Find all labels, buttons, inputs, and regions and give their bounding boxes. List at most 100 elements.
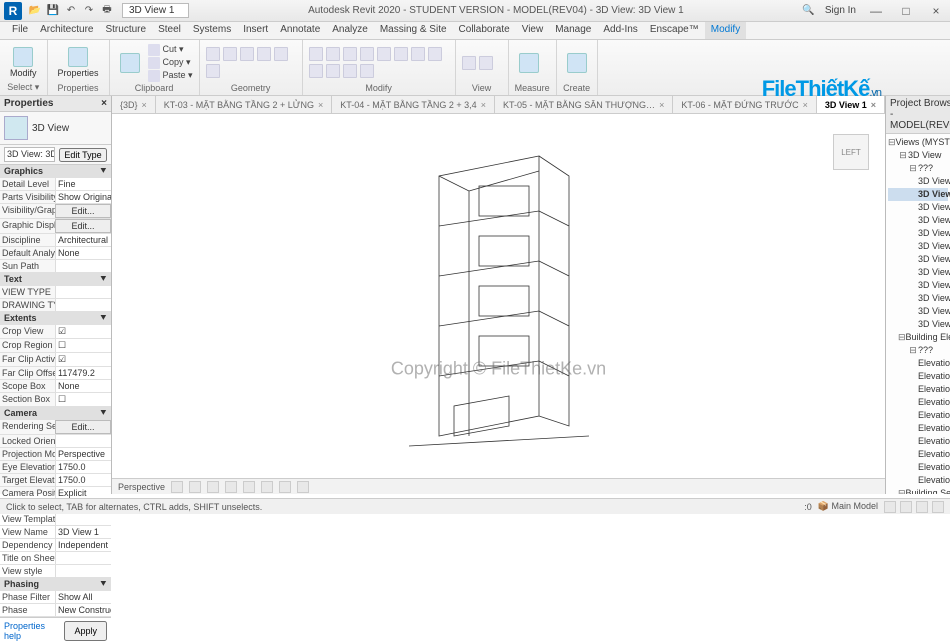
prop-group-header[interactable]: Phasing⯆ xyxy=(0,578,111,591)
sun-icon[interactable] xyxy=(207,481,219,493)
array-icon[interactable] xyxy=(411,47,425,61)
instance-dropdown[interactable]: 3D View: 3D View 1 ▾ xyxy=(4,147,55,162)
view-cube[interactable]: LEFT xyxy=(833,134,869,170)
tree-node[interactable]: Elevation: West Copy 1 xyxy=(888,474,948,487)
type-selector[interactable]: 3D View xyxy=(0,112,111,145)
align-icon[interactable] xyxy=(326,64,340,78)
qat-open-icon[interactable]: 📂 xyxy=(28,4,42,18)
prop-value[interactable]: ☑ xyxy=(55,353,111,366)
tree-node[interactable]: ⊟??? xyxy=(888,344,948,357)
ribbon-tab-addins[interactable]: Add-Ins xyxy=(597,22,643,39)
revit-logo-icon[interactable]: R xyxy=(4,2,22,20)
tool-icon[interactable] xyxy=(206,64,220,78)
copy-button[interactable]: Copy ▾ xyxy=(148,57,193,69)
qat-undo-icon[interactable]: ↶ xyxy=(64,4,78,18)
editable-icon[interactable] xyxy=(916,501,928,513)
ribbon-tab-modify[interactable]: Modify xyxy=(705,22,746,39)
twisty-icon[interactable]: ⊟ xyxy=(908,162,918,175)
measure-button[interactable] xyxy=(515,51,543,75)
ribbon-tab-structure[interactable]: Structure xyxy=(99,22,152,39)
visual-icon[interactable] xyxy=(189,481,201,493)
edit-type-button[interactable]: Edit Type xyxy=(59,148,107,162)
hide-icon[interactable] xyxy=(462,56,476,70)
tool-icon[interactable] xyxy=(257,47,271,61)
sign-in-link[interactable]: Sign In xyxy=(825,5,856,16)
paste-button[interactable] xyxy=(116,51,144,75)
override-icon[interactable] xyxy=(479,56,493,70)
tree-node[interactable]: ⊟3D View xyxy=(888,149,948,162)
ribbon-tab-insert[interactable]: Insert xyxy=(237,22,274,39)
close-icon[interactable]: × xyxy=(101,98,107,109)
prop-value[interactable] xyxy=(55,435,111,447)
sync-icon[interactable] xyxy=(932,501,944,513)
ribbon-tab-analyze[interactable]: Analyze xyxy=(326,22,374,39)
tree-node[interactable]: 3D View: 3D View 3 xyxy=(888,214,948,227)
tree-node[interactable]: ⊟Views (MYSTYLE) xyxy=(888,136,948,149)
doc-tab[interactable]: KT-05 - MẶT BẰNG SÂN THƯỢNG…× xyxy=(495,96,673,113)
render-icon[interactable] xyxy=(243,481,255,493)
prop-value[interactable]: Architectural xyxy=(55,234,111,246)
qat-save-icon[interactable]: 💾 xyxy=(46,4,60,18)
tree-node[interactable]: 3D View: {3D} Copy 3 xyxy=(888,318,948,331)
prop-group-header[interactable]: Graphics⯆ xyxy=(0,165,111,178)
twisty-icon[interactable]: ⊟ xyxy=(898,331,906,344)
tree-node[interactable]: ⊟Building Section xyxy=(888,487,948,494)
prop-value[interactable]: 1750.0 xyxy=(55,461,111,473)
ribbon-tab-file[interactable]: File xyxy=(6,22,34,39)
worksets-icon[interactable] xyxy=(900,501,912,513)
move-icon[interactable] xyxy=(309,47,323,61)
prop-value[interactable]: Independent xyxy=(55,539,111,551)
prop-value[interactable]: 1750.0 xyxy=(55,474,111,486)
ribbon-tab-manage[interactable]: Manage xyxy=(549,22,597,39)
properties-help-link[interactable]: Properties help xyxy=(4,621,64,641)
prop-value[interactable]: New Construction xyxy=(55,604,111,616)
minimize-button[interactable]: — xyxy=(866,4,886,18)
paste-dd-button[interactable]: Paste ▾ xyxy=(148,70,193,82)
tree-node[interactable]: Elevation: MẶT TRƯỚC xyxy=(888,435,948,448)
crop-icon[interactable] xyxy=(261,481,273,493)
mirror-icon[interactable] xyxy=(360,47,374,61)
tree-node[interactable]: 3D View: PHỐI CẢNH TẦNG 2-5 (02) xyxy=(888,253,948,266)
offset-icon[interactable] xyxy=(309,64,323,78)
tree-node[interactable]: 3D View: {3D} Copy 1 Copy 1 xyxy=(888,292,948,305)
tree-node[interactable]: ⊟Building Elevation xyxy=(888,331,948,344)
reveal-icon[interactable] xyxy=(297,481,309,493)
prop-value[interactable] xyxy=(55,286,111,298)
prop-value[interactable] xyxy=(55,552,111,564)
split-icon[interactable] xyxy=(394,47,408,61)
copy2-icon[interactable] xyxy=(326,47,340,61)
close-button[interactable]: × xyxy=(926,4,946,18)
rotate-icon[interactable] xyxy=(343,47,357,61)
delete-icon[interactable] xyxy=(360,64,374,78)
tree-node[interactable]: Elevation: MẶT TRÁI xyxy=(888,422,948,435)
shadow-icon[interactable] xyxy=(225,481,237,493)
create-button[interactable] xyxy=(563,51,591,75)
tree-node[interactable]: Elevation: East xyxy=(888,357,948,370)
prop-value[interactable]: ☐ xyxy=(55,339,111,352)
tree-node[interactable]: 3D View: 3D View 1 xyxy=(888,188,948,201)
prop-value[interactable]: Show All xyxy=(55,591,111,603)
ribbon-tab-annotate[interactable]: Annotate xyxy=(274,22,326,39)
join-icon[interactable] xyxy=(240,47,254,61)
apply-button[interactable]: Apply xyxy=(64,621,107,641)
view-selector-dropdown[interactable]: 3D View 1 xyxy=(122,3,189,18)
close-tab-icon[interactable]: × xyxy=(481,100,486,110)
viewport[interactable]: LEFT Copyright © FileThietKe.vn xyxy=(112,114,885,478)
prop-value[interactable]: None xyxy=(55,380,111,392)
close-tab-icon[interactable]: × xyxy=(318,100,323,110)
cope-icon[interactable] xyxy=(206,47,220,61)
ribbon-tab-enscape[interactable]: Enscape™ xyxy=(644,22,705,39)
ribbon-tab-collaborate[interactable]: Collaborate xyxy=(453,22,516,39)
prop-value[interactable]: 3D View 1 xyxy=(55,526,111,538)
prop-group-header[interactable]: Camera⯆ xyxy=(0,407,111,420)
tree-node[interactable]: 3D View: {3D} Copy 1 xyxy=(888,279,948,292)
scale-icon[interactable] xyxy=(428,47,442,61)
properties-button[interactable]: Properties xyxy=(54,45,103,80)
tool-icon[interactable] xyxy=(274,47,288,61)
cut-button[interactable]: Cut ▾ xyxy=(148,44,193,56)
hide-icon[interactable] xyxy=(279,481,291,493)
twisty-icon[interactable]: ⊟ xyxy=(908,344,918,357)
prop-group-header[interactable]: Text⯆ xyxy=(0,273,111,286)
prop-value[interactable]: ☑ xyxy=(55,325,111,338)
ribbon-tab-systems[interactable]: Systems xyxy=(187,22,237,39)
